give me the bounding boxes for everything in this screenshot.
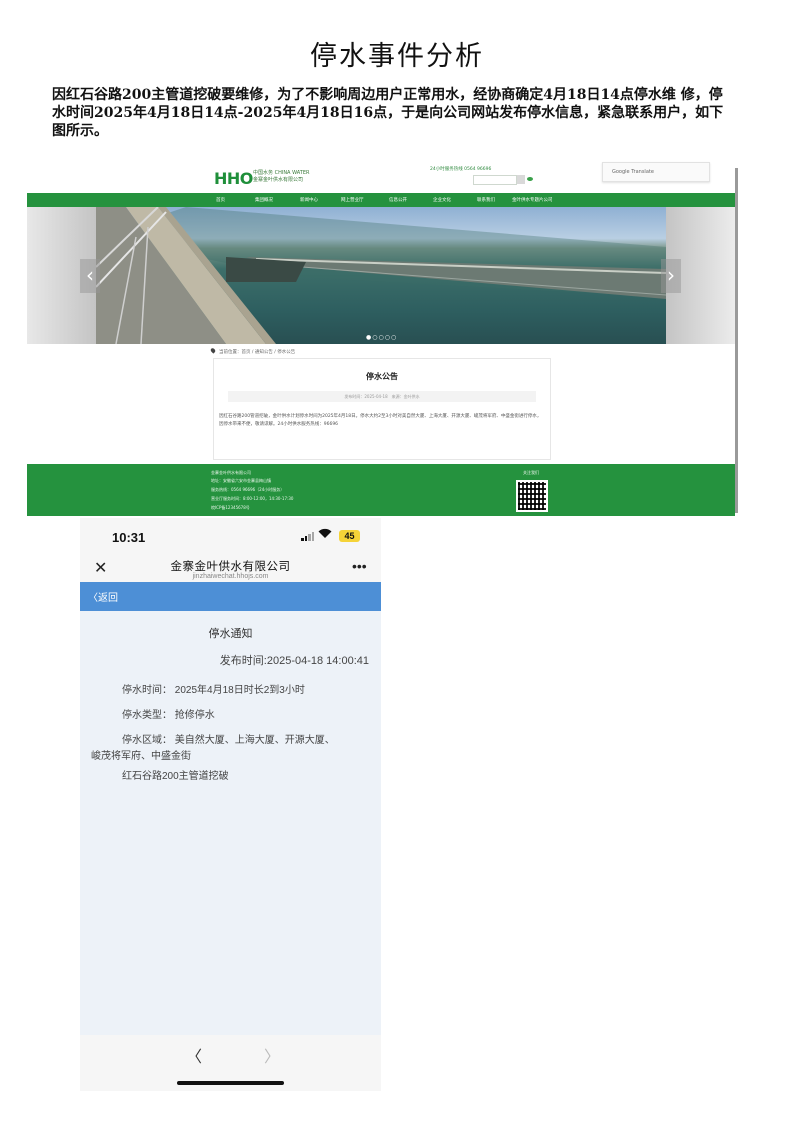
app-title: 金寨金叶供水有限公司: [170, 561, 291, 573]
nav-item-about[interactable]: 集团概况: [255, 197, 273, 203]
document-title: 停水事件分析: [310, 41, 484, 72]
home-indicator[interactable]: [177, 1081, 284, 1085]
logo-sub-en: 中国水务 CHINA WATER: [253, 170, 310, 176]
app-domain: jinzhaiwechat.hhojs.com: [192, 573, 269, 580]
notice-body: 因红石谷路200管道挖破，金叶供水计划停水时间为2025年4月18日。停水大约2…: [219, 414, 542, 427]
translate-label: Google Translate: [612, 169, 654, 175]
site-search-input[interactable]: [473, 175, 517, 185]
battery-icon: 45: [339, 530, 360, 542]
site-logo-text: 中国水务 CHINA WATER 金寨金叶供水有限公司: [253, 170, 309, 184]
banner-prev-button[interactable]: ‹: [80, 259, 100, 293]
footer-line: 金寨金叶供水有限公司: [211, 470, 251, 475]
notice-title: 停水公告: [366, 372, 398, 381]
scrollbar[interactable]: [735, 168, 738, 513]
intro-paragraph: 因红石谷路200主管道挖破要维修，为了不影响周边用户正常用水，经协商确定4月18…: [52, 87, 724, 139]
browser-bottom-bar: 〈 〉: [80, 1035, 381, 1091]
nav-item-info[interactable]: 信息公开: [389, 197, 407, 203]
wifi-icon: [318, 528, 332, 542]
site-logo[interactable]: HHO: [214, 169, 253, 188]
back-label: 返回: [98, 593, 118, 604]
footer-line: 地址：安徽省六安市金寨县梅山镇: [211, 478, 271, 483]
qr-label: 关注我们: [523, 470, 539, 475]
chevron-left-icon: 〈: [88, 593, 98, 604]
site-nav: 首页 集团概况 新闻中心 网上营业厅 信息公开 企业文化 联系我们 金叶供水专题…: [27, 193, 735, 207]
nav-item-news[interactable]: 新闻中心: [300, 197, 318, 203]
leaf-icon: [527, 177, 533, 181]
site-header: HHO 中国水务 CHINA WATER 金寨金叶供水有限公司 24小时服务热线…: [27, 156, 735, 193]
back-button[interactable]: 〈返回: [88, 589, 118, 604]
water-plant-illustration: [96, 207, 666, 344]
site-search-button[interactable]: [517, 175, 525, 184]
outage-cause: 红石谷路200主管道挖破: [122, 771, 229, 782]
hotline-text: 24小时服务热线 0564 96696: [430, 167, 492, 172]
banner-image: [96, 207, 666, 344]
translate-widget[interactable]: Google Translate: [602, 162, 710, 182]
site-footer: 金寨金叶供水有限公司 地址：安徽省六安市金寨县梅山镇 服务热线：0564 966…: [27, 464, 735, 516]
app-titlebar: ✕ 金寨金叶供水有限公司 jinzhaiwechat.hhojs.com •••: [80, 558, 381, 582]
outage-type: 停水类型： 抢修停水: [122, 710, 215, 721]
status-bar: 10:31 45: [80, 518, 381, 558]
publish-time: 发布时间:2025-04-18 14:00:41: [219, 655, 369, 667]
nav-item-home[interactable]: 首页: [216, 197, 225, 203]
nav-item-contact[interactable]: 联系我们: [477, 197, 495, 203]
qr-code-icon: [516, 480, 548, 512]
nav-item-online-hall[interactable]: 网上营业厅: [341, 197, 364, 203]
browser-forward-icon[interactable]: 〉: [264, 1043, 280, 1067]
footer-line: 皖ICP备12345678号: [211, 505, 250, 510]
outage-area: 停水区域： 美自然大厦、上海大厦、开源大厦、: [122, 735, 335, 746]
back-bar: 〈返回: [80, 582, 381, 611]
more-icon[interactable]: •••: [352, 558, 367, 574]
nav-item-video[interactable]: 金叶供水专题片公司: [512, 197, 553, 203]
signal-icon: [301, 532, 315, 541]
notice-card: 停水公告 发布时间：2025-04-18 来源：金叶供水 因红石谷路200管道挖…: [213, 358, 551, 460]
notice-meta: 发布时间：2025-04-18 来源：金叶供水: [228, 391, 536, 402]
carousel-dots[interactable]: ●○○○○: [366, 334, 397, 341]
location-pin-icon: [209, 347, 217, 354]
footer-line: 营业厅服务时间：8:00-12:00，14:30-17:30: [211, 496, 294, 501]
nav-item-culture[interactable]: 企业文化: [433, 197, 451, 203]
outage-time: 停水时间： 2025年4月18日时长2到3小时: [122, 685, 305, 696]
notice-heading: 停水通知: [208, 628, 253, 640]
breadcrumb: 当前位置：首页 / 通知公告 / 停水公告: [219, 350, 296, 355]
banner-next-button[interactable]: ›: [661, 259, 681, 293]
outage-area-cont: 峻茂将军府、中盛金街: [91, 751, 191, 762]
browser-back-icon[interactable]: 〈: [186, 1043, 202, 1067]
phone-screenshot: 10:31 45 ✕ 金寨金叶供水有限公司 jinzhaiwechat.hhoj…: [80, 518, 381, 1091]
footer-line: 服务热线：0564 96696（24小时服务）: [211, 487, 285, 492]
status-time: 10:31: [112, 530, 146, 545]
website-screenshot: HHO 中国水务 CHINA WATER 金寨金叶供水有限公司 24小时服务热线…: [27, 156, 738, 516]
logo-sub-cn: 金寨金叶供水有限公司: [253, 177, 304, 183]
